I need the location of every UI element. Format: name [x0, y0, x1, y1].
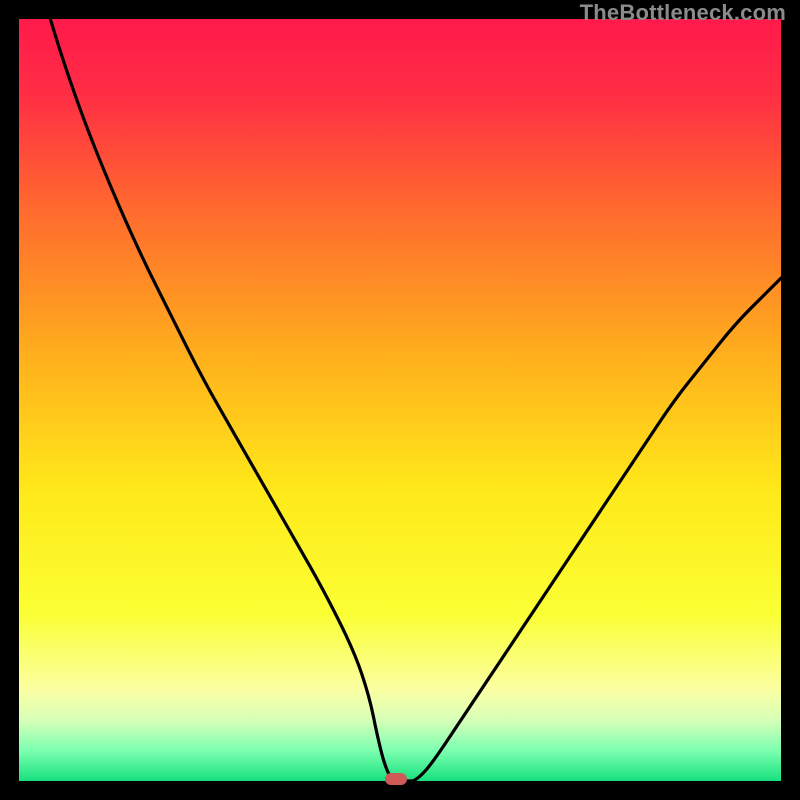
chart-stage: TheBottleneck.com	[0, 0, 800, 800]
watermark-text: TheBottleneck.com	[580, 0, 786, 26]
sweet-spot-marker	[385, 773, 407, 785]
gradient-background	[19, 19, 781, 781]
plot-area	[19, 19, 781, 781]
